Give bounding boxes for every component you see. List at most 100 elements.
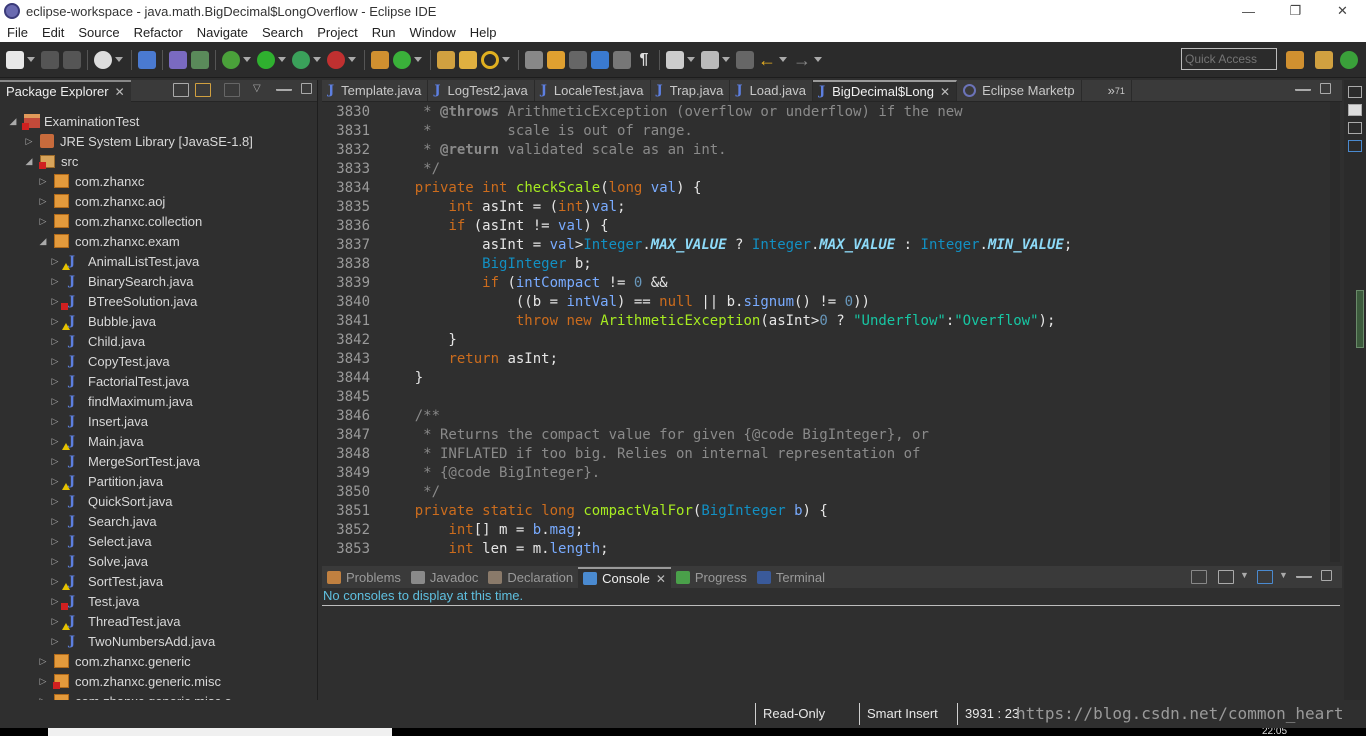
collapsed-arrow-icon[interactable]: ▷	[50, 496, 60, 507]
code-line[interactable]: 3837 asInt = val>Integer.MAX_VALUE ? Int…	[322, 236, 1072, 255]
collapsed-arrow-icon[interactable]: ▷	[50, 576, 60, 587]
maximize-view-icon[interactable]	[301, 83, 312, 94]
collapsed-arrow-icon[interactable]: ▷	[50, 356, 60, 367]
collapsed-arrow-icon[interactable]: ▷	[50, 476, 60, 487]
forward-dropdown-icon[interactable]	[814, 57, 822, 62]
link-with-editor-icon[interactable]	[195, 83, 211, 97]
code-line[interactable]: 3838 BigInteger b;	[322, 255, 591, 274]
show-more-tabs-button[interactable]: » 71	[1102, 80, 1132, 101]
java-ee-perspective-icon[interactable]	[1315, 51, 1333, 69]
display-console-icon[interactable]	[1218, 570, 1234, 584]
tree-item[interactable]: ▷ J Solve.java	[50, 551, 148, 571]
tree-item[interactable]: ▷ com.zhanxc.aoj	[38, 191, 166, 211]
tree-item[interactable]: ▷ J BTreeSolution.java	[50, 291, 197, 311]
collapse-all-icon[interactable]	[173, 83, 189, 97]
search-dropdown-icon[interactable]	[502, 57, 510, 62]
collapsed-arrow-icon[interactable]: ▷	[50, 316, 60, 327]
collapsed-arrow-icon[interactable]: ▷	[38, 176, 48, 187]
code-line[interactable]: 3835 int asInt = (int)val;	[322, 198, 625, 217]
quick-access-input[interactable]	[1181, 48, 1277, 70]
tree-item[interactable]: ◢ src	[24, 151, 78, 171]
tab-problems[interactable]: Problems	[322, 567, 406, 588]
editor-tab[interactable]: J Trap.java	[651, 80, 731, 101]
save-icon[interactable]	[41, 50, 59, 69]
tab-console[interactable]: Console ✕	[578, 567, 671, 588]
open-perspective-icon[interactable]	[1286, 51, 1304, 69]
run-dropdown-icon[interactable]	[278, 57, 286, 62]
tree-item[interactable]: ▷ J Bubble.java	[50, 311, 156, 331]
code-line[interactable]: 3845	[322, 388, 370, 407]
java-perspective-icon[interactable]	[1340, 51, 1358, 69]
back-arrow-icon[interactable]: ←	[758, 51, 776, 69]
pin-console-icon[interactable]	[1191, 570, 1207, 584]
editor-tab[interactable]: J LogTest2.java	[428, 80, 535, 101]
close-icon[interactable]: ✕	[656, 572, 666, 586]
editor-tab[interactable]: J BigDecimal$Long ✕	[812, 80, 958, 101]
tree-item[interactable]: ▷ com.zhanxc.generic	[38, 651, 191, 671]
new-java-class-icon[interactable]	[393, 50, 411, 69]
open-console-icon[interactable]	[1257, 570, 1273, 584]
collapsed-arrow-icon[interactable]: ▷	[50, 436, 60, 447]
outline-icon[interactable]	[1348, 140, 1362, 152]
collapsed-arrow-icon[interactable]: ▷	[38, 656, 48, 667]
minimize-button[interactable]: —	[1225, 0, 1272, 22]
collapsed-arrow-icon[interactable]: ▷	[50, 556, 60, 567]
code-line[interactable]: 3847 * Returns the compact value for giv…	[322, 426, 929, 445]
code-line[interactable]: 3831 * scale is out of range.	[322, 122, 693, 141]
code-line[interactable]: 3836 if (asInt != val) {	[322, 217, 608, 236]
editor-tab[interactable]: Eclipse Marketp	[957, 80, 1082, 101]
focus-icon[interactable]	[224, 83, 240, 97]
code-editor[interactable]: 3830 * @throws ArithmeticException (over…	[322, 102, 1328, 562]
collapsed-arrow-icon[interactable]: ▷	[50, 396, 60, 407]
close-button[interactable]: ✕	[1319, 0, 1366, 22]
code-line[interactable]: 3839 if (intCompact != 0 &&	[322, 274, 667, 293]
code-line[interactable]: 3850 */	[322, 483, 440, 502]
previous-annotation-icon[interactable]	[701, 50, 719, 69]
close-icon[interactable]: ✕	[115, 85, 125, 99]
restore-view-icon[interactable]	[1348, 86, 1362, 98]
collapsed-arrow-icon[interactable]: ▷	[50, 296, 60, 307]
collapsed-arrow-icon[interactable]: ▷	[50, 276, 60, 287]
new-java-package-icon[interactable]	[371, 50, 389, 69]
collapsed-arrow-icon[interactable]: ▷	[38, 216, 48, 227]
code-line[interactable]: 3832 * @return validated scale as an int…	[322, 141, 726, 160]
view-menu-icon[interactable]: ▽	[253, 83, 263, 97]
code-line[interactable]: 3840 ((b = intVal) == null || b.signum()…	[322, 293, 870, 312]
collapsed-arrow-icon[interactable]: ▷	[24, 136, 34, 147]
maximize-view-icon[interactable]	[1321, 570, 1332, 581]
tree-item[interactable]: ▷ J CopyTest.java	[50, 351, 170, 371]
search-icon[interactable]	[481, 50, 499, 69]
code-line[interactable]: 3852 int[] m = b.mag;	[322, 521, 583, 540]
new-icon[interactable]	[6, 50, 24, 69]
new-dropdown-icon[interactable]	[27, 57, 35, 62]
minimize-view-icon[interactable]	[276, 83, 292, 91]
pilcrow-icon[interactable]: ¶	[635, 51, 653, 69]
menu-run[interactable]: Run	[365, 25, 403, 40]
editor-tab[interactable]: J Template.java	[322, 80, 429, 101]
coverage-icon[interactable]	[292, 50, 310, 69]
expanded-arrow-icon[interactable]: ◢	[24, 156, 34, 167]
tree-item[interactable]: ▷ J SortTest.java	[50, 571, 163, 591]
tree-item[interactable]: ▷ J Partition.java	[50, 471, 163, 491]
restore-button[interactable]: ❐	[1272, 0, 1319, 22]
open-task-icon[interactable]	[459, 50, 477, 69]
display-console-dropdown-icon[interactable]: ▼	[1240, 570, 1249, 584]
debug-dropdown-icon[interactable]	[243, 57, 251, 62]
open-type-icon[interactable]	[437, 50, 455, 69]
collapsed-arrow-icon[interactable]: ▷	[50, 376, 60, 387]
tree-item[interactable]: ▷ J Insert.java	[50, 411, 148, 431]
terminal-icon[interactable]	[138, 50, 156, 69]
editor-tab[interactable]: J LocaleTest.java	[535, 80, 651, 101]
tree-item[interactable]: ▷ J MergeSortTest.java	[50, 451, 200, 471]
collapsed-arrow-icon[interactable]: ▷	[50, 636, 60, 647]
run-icon[interactable]	[257, 50, 275, 69]
code-line[interactable]: 3834 private int checkScale(long val) {	[322, 179, 701, 198]
tree-item[interactable]: ▷ JfindMaximum.java	[50, 391, 193, 411]
code-line[interactable]: 3846 /**	[322, 407, 440, 426]
code-line[interactable]: 3842 }	[322, 331, 457, 350]
tree-item[interactable]: ▷ J ThreadTest.java	[50, 611, 181, 631]
menu-navigate[interactable]: Navigate	[190, 25, 255, 40]
collapsed-arrow-icon[interactable]: ▷	[50, 596, 60, 607]
collapsed-arrow-icon[interactable]: ▷	[50, 416, 60, 427]
account-dropdown-icon[interactable]	[115, 57, 123, 62]
